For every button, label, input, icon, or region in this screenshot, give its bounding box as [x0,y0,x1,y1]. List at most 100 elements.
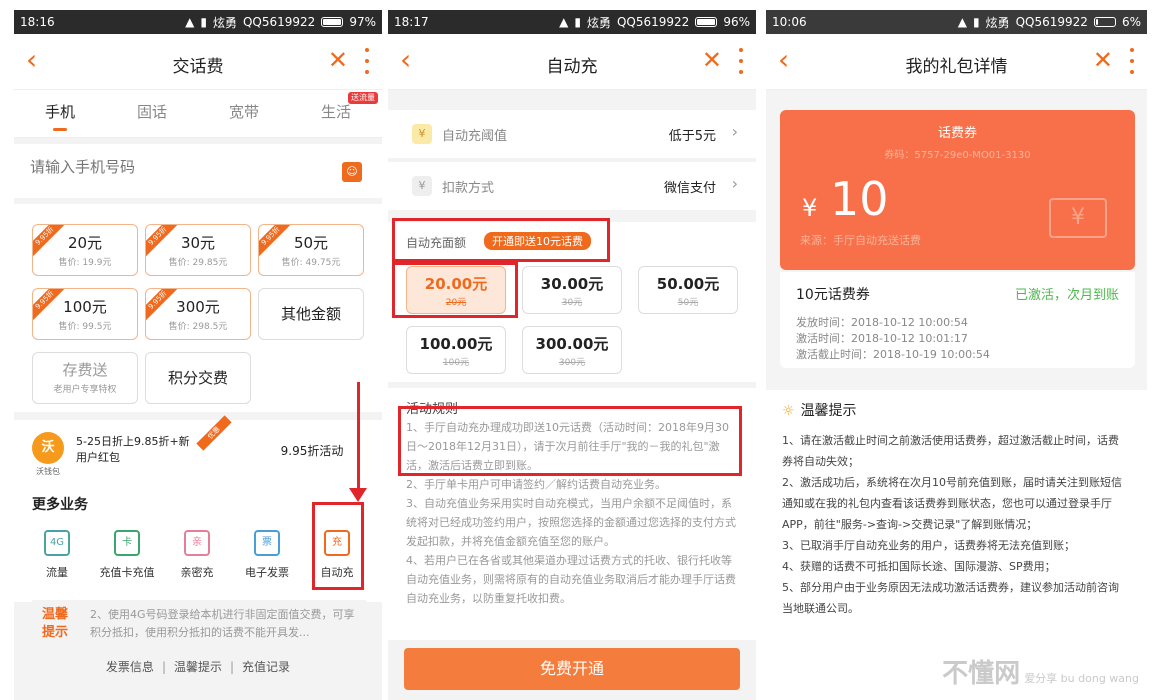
promo-row: 沃 沃钱包 5-25日折上9.85折+新用户红包 优惠 9.95折活动 [14,415,382,482]
signal-label: 炫勇 [212,15,237,30]
highlight-box [392,262,518,318]
deposit-bonus-button[interactable]: 存费送 老用户专享特权 [32,352,138,404]
contact-book-icon[interactable]: ☺ [342,162,362,182]
wifi-icon: ▲ [559,15,569,29]
tip-item: 5、部分用户由于业务原因无法成功激活话费券，建议参加活动前咨询当地联通公司。 [782,581,1119,615]
signal-icon: ▮ [200,15,207,29]
carrier-label: QQ5619922 [242,15,316,29]
tab-landline[interactable]: 固话 [106,90,198,137]
amount-price: 售价: 19.9元 [58,258,112,268]
amount-value: 300.00元 [535,335,609,353]
battery-label: 96% [723,15,750,29]
tip-item: 4、获赠的话费不可抵扣国际长途、国际漫游、SP费用； [782,560,1056,573]
amount-option-50[interactable]: 9.95折 50元 售价: 49.75元 [258,224,364,276]
tab-label: 生活 [320,103,351,121]
coupon-id: 券码：5757-29e0-MO01-3130 [884,150,1031,161]
wallet-promo[interactable]: 沃 沃钱包 5-25日折上9.85折+新用户红包 [14,420,196,482]
amount-price: 售价: 99.5元 [58,322,112,332]
tab-mobile[interactable]: 手机 [14,90,106,137]
separator: | [230,660,235,674]
page-title: 自动充 [546,57,598,77]
discount-promo[interactable]: 优惠 9.95折活动 [196,415,382,482]
separator: | [161,660,166,674]
screen-gift-detail: 10:06 ▲ ▮ 炫勇 QQ5619922 6% ‹ 我的礼包详情 ✕ 话费券… [766,10,1147,700]
coupon-name: 10元话费券 [796,287,870,303]
coupon-source: 来源：手厅自动充送话费 [800,234,921,247]
tab-label: 固话 [136,103,167,121]
battery-label: 97% [349,15,376,29]
amount-option-30[interactable]: 9.95折 30元 售价: 29.85元 [145,224,251,276]
more-icon[interactable] [738,48,744,74]
biz-data-recharge[interactable]: 4G 流量 [26,530,88,580]
close-icon[interactable]: ✕ [702,48,722,72]
status-bar: 18:16 ▲ ▮ 炫勇 QQ5619922 97% [14,10,382,34]
more-icon[interactable] [364,48,370,74]
recharge-record-link[interactable]: 充值记录 [242,660,290,674]
coupon-status: 已激活，次月到账 [1014,288,1119,303]
coupon-currency: ¥ [802,194,818,222]
tip-text: 2、使用4G号码登录给本机进行非固定面值交费，可享积分抵扣，使用积分抵扣的话费不… [90,608,355,639]
biz-label: 充值卡充值 [99,566,155,579]
yen-stamp-icon: ¥ [1049,198,1107,238]
phone-input-row: ☺ [14,144,382,198]
amount-value: 存费送 [62,361,108,379]
amount-value: 50.00元 [656,275,720,293]
tips-header: ☼ 温馨提示 [782,400,857,420]
amount-option-100[interactable]: 9.95折 100元 售价: 99.5元 [32,288,138,340]
amount-orig: 50元 [677,298,699,308]
auto-amount-50[interactable]: 50.00元 50元 [638,266,738,314]
amount-option-other[interactable]: 其他金额 [258,288,364,340]
amount-orig: 30元 [561,298,583,308]
status-bar: 10:06 ▲ ▮ 炫勇 QQ5619922 6% [766,10,1147,34]
highlight-box [312,502,364,590]
wifi-icon: ▲ [185,15,195,29]
biz-card-recharge[interactable]: 卡 充值卡充值 [96,530,158,580]
pay-method-label: 扣款方式 [442,181,495,196]
free-open-button[interactable]: 免费开通 [404,648,740,690]
coupon-title: 话费券 [937,126,977,141]
battery-icon [695,17,718,27]
auto-amount-30[interactable]: 30.00元 30元 [522,266,622,314]
data-4g-icon: 4G [44,530,70,556]
biz-e-invoice[interactable]: 票 电子发票 [236,530,298,580]
tips-link[interactable]: 温馨提示 [174,660,222,674]
tab-label: 手机 [44,103,75,121]
amount-orig: 100元 [442,358,470,368]
close-icon[interactable]: ✕ [328,48,348,72]
pay-method-value: 微信支付 [663,181,716,196]
watermark: 不懂网 爱分享 bu dong wang [942,653,1139,690]
auto-amount-100[interactable]: 100.00元 100元 [406,326,506,374]
points-payment-button[interactable]: 积分交费 [145,352,251,404]
amount-price: 售价: 29.85元 [168,258,228,268]
phone-input[interactable] [30,158,330,176]
status-bar: 18:17 ▲ ▮ 炫勇 QQ5619922 96% [388,10,756,34]
pay-method-row[interactable]: ¥ 扣款方式 微信支付 › [388,162,756,210]
nav-bar: ‹ 我的礼包详情 ✕ [766,34,1147,90]
biz-family-recharge[interactable]: 亲 亲密充 [166,530,228,580]
tab-broadband[interactable]: 宽带 [198,90,290,137]
wallet-logo-icon: 沃 [32,432,64,464]
section-title: 更多业务 [32,497,88,513]
tip-badge: 温馨提示 [42,607,69,640]
amount-value: 100.00元 [419,335,493,353]
invoice-icon: 票 [254,530,280,556]
wifi-icon: ▲ [957,15,967,29]
amount-orig: 300元 [558,358,586,368]
biz-label: 亲密充 [180,566,214,579]
footer-links: 发票信息 | 温馨提示 | 充值记录 [14,658,382,675]
more-icon[interactable] [1129,48,1135,74]
amount-option-20[interactable]: 9.95折 20元 售价: 19.9元 [32,224,138,276]
tab-life[interactable]: 生活 送流量 [290,90,382,137]
tips-title: 温馨提示 [800,403,857,419]
screen-recharge: 18:16 ▲ ▮ 炫勇 QQ5619922 97% ‹ 交话费 ✕ 手机 固话… [14,10,382,700]
rule-item: 4、若用户已在各省或其他渠道办理过话费方式的托收、银行托收等自动充值业务，则需将… [406,554,736,605]
page-title: 我的礼包详情 [905,57,1008,77]
amount-grid: 9.95折 20元 售价: 19.9元 9.95折 30元 售价: 29.85元… [14,204,382,412]
invoice-info-link[interactable]: 发票信息 [106,660,154,674]
chevron-right-icon: › [731,174,738,193]
threshold-row[interactable]: ¥ 自动充阈值 低于5元 › [388,110,756,158]
amount-option-300[interactable]: 9.95折 300元 售价: 298.5元 [145,288,251,340]
deadline-time: 激活截止时间：2018-10-19 10:00:54 [796,348,990,361]
auto-amount-300[interactable]: 300.00元 300元 [522,326,622,374]
close-icon[interactable]: ✕ [1093,48,1113,72]
